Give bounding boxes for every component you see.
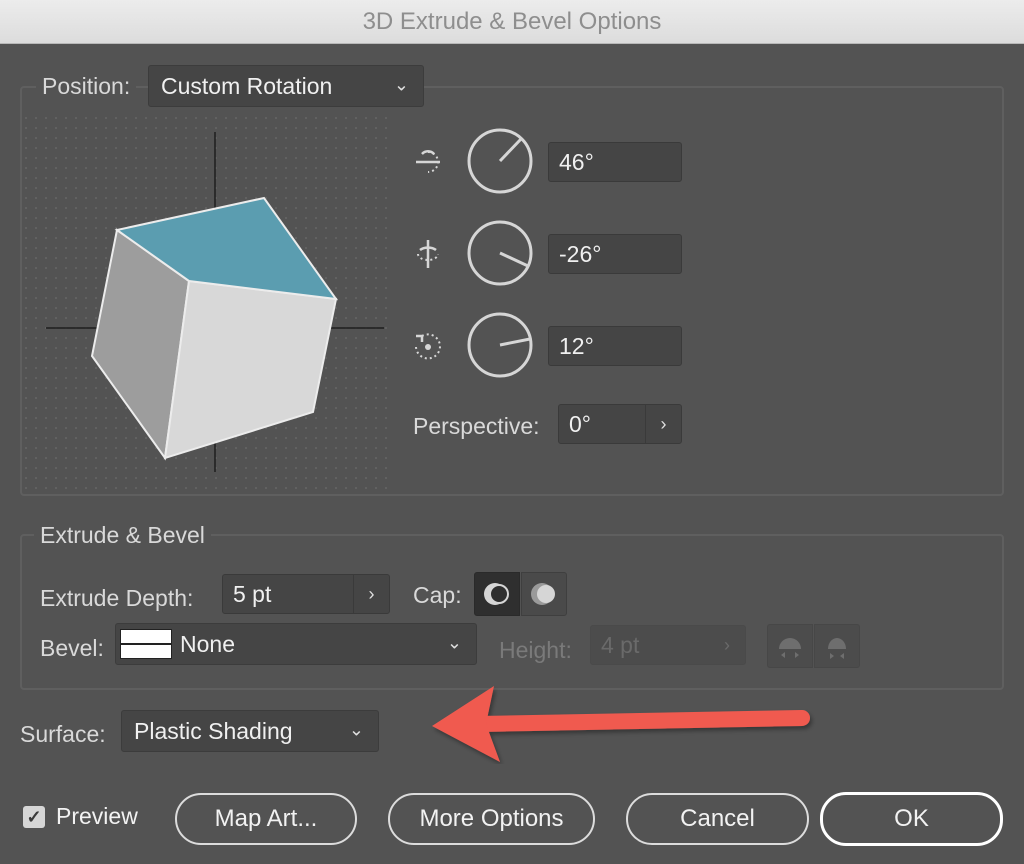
- chevron-right-icon[interactable]: ›: [645, 405, 681, 443]
- more-options-button[interactable]: More Options: [388, 793, 595, 845]
- bevel-out-icon: [828, 638, 846, 659]
- checkmark-icon: ✓: [26, 806, 42, 827]
- height-stepper[interactable]: 4 pt ›: [590, 625, 746, 665]
- chevron-down-icon: ⌄: [393, 74, 409, 95]
- preview-checkbox[interactable]: ✓: [23, 806, 45, 828]
- surface-label: Surface:: [20, 721, 106, 747]
- extrude-depth-label: Extrude Depth:: [40, 585, 194, 611]
- bevel-swatch: [120, 629, 172, 659]
- cap-label: Cap:: [413, 582, 462, 608]
- perspective-label: Perspective:: [413, 413, 540, 439]
- z-axis-rotate-icon: [415, 333, 441, 360]
- y-rotation-value: -26°: [559, 240, 602, 267]
- bevel-in-icon: [779, 638, 801, 658]
- chevron-right-icon[interactable]: ›: [709, 626, 745, 664]
- position-dropdown-value: Custom Rotation: [161, 72, 333, 99]
- height-label: Height:: [499, 637, 572, 663]
- cancel-button[interactable]: Cancel: [626, 793, 809, 845]
- position-label: Position:: [36, 73, 137, 100]
- chevron-right-icon[interactable]: ›: [353, 575, 389, 613]
- bevel-dropdown[interactable]: None ⌄: [115, 623, 477, 665]
- rotation-preview[interactable]: [24, 116, 394, 492]
- x-rotation-dial[interactable]: [466, 127, 534, 195]
- map-art-button[interactable]: Map Art...: [175, 793, 357, 845]
- chevron-down-icon: ⌄: [348, 719, 364, 740]
- extrude-depth-stepper[interactable]: 5 pt ›: [222, 574, 390, 614]
- cap-off-button[interactable]: [521, 572, 567, 616]
- cap-off-icon: [531, 583, 555, 605]
- x-axis-rotate-icon: [416, 150, 440, 173]
- z-rotation-field[interactable]: 12°: [548, 326, 682, 366]
- extrude-depth-value: 5 pt: [233, 580, 272, 607]
- perspective-stepper[interactable]: 0° ›: [558, 404, 682, 444]
- position-dropdown[interactable]: Custom Rotation ⌄: [148, 65, 424, 107]
- perspective-value: 0°: [569, 410, 591, 437]
- annotation-arrow: [432, 686, 810, 762]
- z-rotation-value: 12°: [559, 332, 594, 359]
- bevel-in-button[interactable]: [767, 624, 813, 668]
- y-axis-rotate-icon: [417, 240, 439, 268]
- bevel-label: Bevel:: [40, 635, 104, 661]
- preview-label: Preview: [56, 803, 138, 829]
- bevel-out-button[interactable]: [814, 624, 860, 668]
- x-rotation-value: 46°: [559, 148, 594, 175]
- cap-on-icon: [484, 583, 509, 605]
- y-rotation-dial[interactable]: [466, 219, 534, 287]
- window-title: 3D Extrude & Bevel Options: [0, 0, 1024, 44]
- y-rotation-field[interactable]: -26°: [548, 234, 682, 274]
- cap-on-button[interactable]: [474, 572, 520, 616]
- height-value: 4 pt: [601, 631, 640, 658]
- ok-button[interactable]: OK: [820, 792, 1003, 846]
- surface-dropdown[interactable]: Plastic Shading ⌄: [121, 710, 379, 752]
- x-rotation-field[interactable]: 46°: [548, 142, 682, 182]
- surface-value: Plastic Shading: [134, 717, 293, 744]
- bevel-value: None: [180, 630, 235, 657]
- z-rotation-dial[interactable]: [466, 311, 534, 379]
- extrude-bevel-title: Extrude & Bevel: [34, 522, 211, 549]
- chevron-down-icon: ⌄: [446, 632, 462, 653]
- dialog-body: Position: Custom Rotation ⌄ 46° -26° 12°…: [0, 44, 1024, 864]
